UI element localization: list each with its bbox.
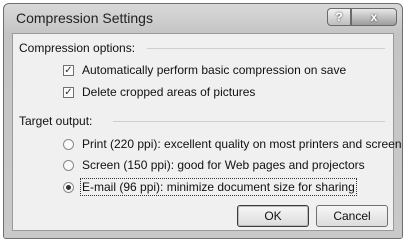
delete-cropped-label: Delete cropped areas of pictures bbox=[82, 85, 256, 99]
auto-compress-checkbox[interactable]: ✓ bbox=[63, 64, 74, 76]
target-print-label: Print (220 ppi): excellent quality on mo… bbox=[82, 137, 403, 151]
cancel-button[interactable]: Cancel bbox=[316, 205, 388, 227]
compression-settings-dialog: Compression Settings ? x Compression opt… bbox=[3, 3, 403, 239]
delete-cropped-checkbox-row[interactable]: ✓ Delete cropped areas of pictures bbox=[63, 85, 255, 99]
compression-options-heading: Compression options: bbox=[19, 41, 136, 55]
auto-compress-checkbox-row[interactable]: ✓ Automatically perform basic compressio… bbox=[63, 63, 346, 77]
target-screen-radio-row[interactable]: Screen (150 ppi): good for Web pages and… bbox=[63, 158, 365, 172]
dialog-body: Compression options: ✓ Automatically per… bbox=[12, 33, 402, 231]
target-email-radio[interactable] bbox=[63, 181, 74, 193]
target-email-label: E-mail (96 ppi): minimize document size … bbox=[80, 178, 357, 196]
target-print-radio-row[interactable]: Print (220 ppi): excellent quality on mo… bbox=[63, 137, 403, 151]
auto-compress-label: Automatically perform basic compression … bbox=[82, 63, 347, 77]
help-button[interactable]: ? bbox=[327, 8, 351, 26]
delete-cropped-checkbox[interactable]: ✓ bbox=[63, 86, 74, 98]
target-print-radio[interactable] bbox=[63, 138, 74, 150]
ok-button[interactable]: OK bbox=[237, 205, 309, 227]
target-screen-label: Screen (150 ppi): good for Web pages and… bbox=[82, 158, 365, 172]
target-email-radio-row[interactable]: E-mail (96 ppi): minimize document size … bbox=[63, 178, 357, 196]
group-divider bbox=[113, 121, 385, 122]
dialog-title: Compression Settings bbox=[16, 10, 153, 26]
target-screen-radio[interactable] bbox=[63, 159, 74, 171]
group-divider bbox=[147, 48, 385, 49]
target-output-heading: Target output: bbox=[19, 114, 93, 128]
title-bar[interactable]: Compression Settings ? x bbox=[4, 4, 402, 34]
close-button[interactable]: x bbox=[351, 8, 397, 26]
